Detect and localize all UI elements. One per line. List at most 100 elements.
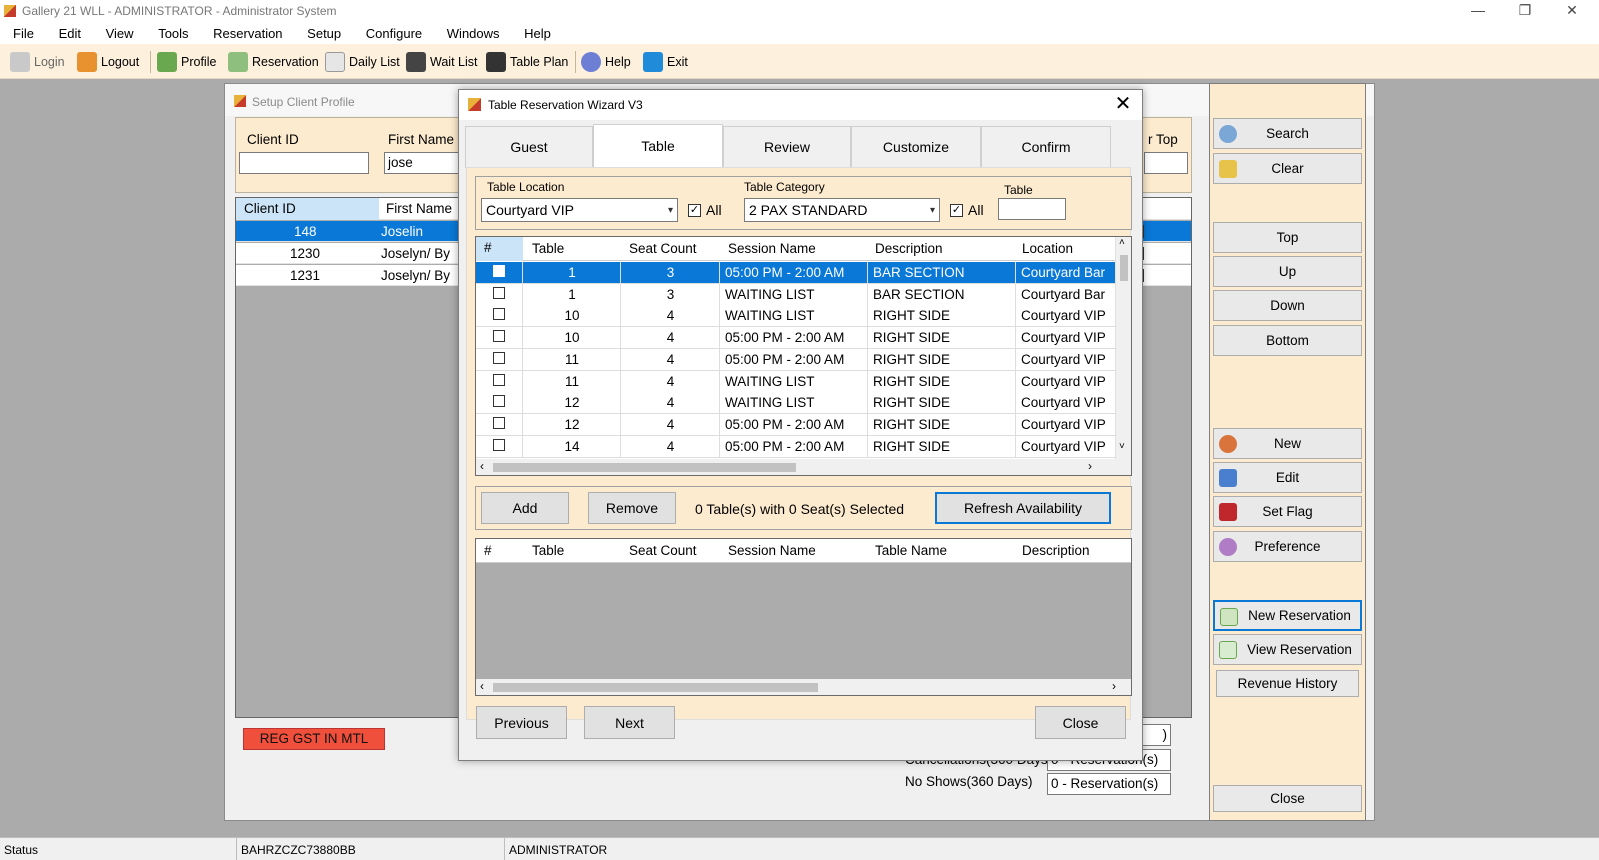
hscroll-thumb[interactable] bbox=[493, 463, 796, 472]
row-checkbox[interactable] bbox=[493, 373, 505, 386]
new-button[interactable]: New bbox=[1213, 428, 1362, 459]
row-checkbox[interactable] bbox=[493, 265, 505, 277]
down-button[interactable]: Down bbox=[1213, 290, 1362, 321]
preference-button[interactable]: Preference bbox=[1213, 531, 1362, 562]
header-session-name[interactable]: Session Name bbox=[728, 241, 816, 256]
search-button[interactable]: Search bbox=[1213, 118, 1362, 149]
table-row[interactable]: 1 3 05:00 PM - 2:00 AM BAR SECTION Courtyard… bbox=[476, 262, 1116, 284]
header-number[interactable]: # bbox=[476, 237, 523, 261]
availability-vscroll[interactable]: ˄ ˅ bbox=[1115, 237, 1131, 459]
header-location[interactable]: Location bbox=[1022, 241, 1073, 256]
help-button[interactable]: Help bbox=[581, 50, 631, 74]
table-row[interactable]: 12 4 05:00 PM - 2:00 AM RIGHT SIDE Courtyard… bbox=[476, 413, 1116, 436]
header-table[interactable]: Table bbox=[532, 241, 564, 256]
row-checkbox[interactable] bbox=[493, 330, 505, 343]
table-filter-input[interactable] bbox=[998, 198, 1066, 220]
exit-button[interactable]: Exit bbox=[643, 50, 688, 74]
menu-view[interactable]: View bbox=[93, 23, 142, 41]
header-first-name[interactable]: First Name bbox=[386, 201, 452, 216]
scroll-up-icon[interactable]: ˄ bbox=[1119, 237, 1125, 248]
table-row[interactable]: 12 4 WAITING LIST RIGHT SIDE Courtyard VIP bbox=[476, 392, 1116, 415]
table-plan-button[interactable]: Table Plan bbox=[486, 50, 568, 74]
tab-confirm[interactable]: Confirm bbox=[981, 126, 1111, 168]
sel-header-seat-count[interactable]: Seat Count bbox=[629, 543, 697, 558]
header-seat-count[interactable]: Seat Count bbox=[629, 241, 697, 256]
login-button[interactable]: Login bbox=[10, 50, 65, 74]
table-row[interactable]: 10 4 05:00 PM - 2:00 AM RIGHT SIDE Courtyard… bbox=[476, 327, 1116, 350]
wait-list-button[interactable]: Wait List bbox=[406, 50, 477, 74]
row-checkbox[interactable] bbox=[493, 416, 505, 429]
add-button[interactable]: Add bbox=[481, 492, 569, 524]
menu-reservation[interactable]: Reservation bbox=[200, 23, 290, 41]
row-checkbox[interactable] bbox=[493, 438, 505, 451]
scroll-down-icon[interactable]: ˅ bbox=[1119, 441, 1125, 452]
category-all-checkbox[interactable]: ✓ bbox=[950, 204, 963, 217]
tab-customize[interactable]: Customize bbox=[851, 126, 981, 168]
client-id-input[interactable] bbox=[239, 152, 369, 174]
hscroll-thumb[interactable] bbox=[493, 683, 818, 692]
restore-button[interactable]: ❐ bbox=[1502, 0, 1548, 22]
view-reservation-button[interactable]: View Reservation bbox=[1213, 634, 1362, 665]
sel-header-table-name[interactable]: Table Name bbox=[875, 543, 947, 558]
row-select-cell[interactable] bbox=[476, 262, 523, 284]
sel-header-description[interactable]: Description bbox=[1022, 543, 1090, 558]
minimize-button[interactable]: — bbox=[1455, 0, 1501, 22]
table-row[interactable]: 1 3 WAITING LIST BAR SECTION Courtyard Bar bbox=[476, 283, 1116, 306]
menu-setup[interactable]: Setup bbox=[294, 23, 349, 41]
row-select-cell[interactable] bbox=[476, 348, 523, 371]
header-description[interactable]: Description bbox=[875, 241, 943, 256]
scroll-right-icon[interactable]: › bbox=[1088, 459, 1092, 473]
first-name-input[interactable]: jose bbox=[384, 152, 464, 174]
row-checkbox[interactable] bbox=[493, 308, 505, 321]
menu-windows[interactable]: Windows bbox=[434, 23, 508, 41]
partial-input[interactable] bbox=[1144, 152, 1188, 174]
row-select-cell[interactable] bbox=[476, 392, 523, 415]
scroll-left-icon[interactable]: ‹ bbox=[480, 679, 484, 693]
remove-button[interactable]: Remove bbox=[588, 492, 676, 524]
wizard-close-button[interactable]: Close bbox=[1035, 706, 1126, 739]
profile-button[interactable]: Profile bbox=[157, 50, 216, 74]
bottom-button[interactable]: Bottom bbox=[1213, 325, 1362, 356]
set-flag-button[interactable]: Set Flag bbox=[1213, 496, 1362, 527]
previous-button[interactable]: Previous bbox=[476, 706, 567, 739]
scroll-thumb[interactable] bbox=[1120, 255, 1128, 281]
revenue-history-button[interactable]: Revenue History bbox=[1216, 670, 1359, 697]
tab-table[interactable]: Table bbox=[593, 124, 723, 168]
table-location-select[interactable]: Courtyard VIP ▾ bbox=[481, 198, 678, 222]
sel-header-session-name[interactable]: Session Name bbox=[728, 543, 816, 558]
clear-button[interactable]: Clear bbox=[1213, 153, 1362, 184]
menu-tools[interactable]: Tools bbox=[145, 23, 196, 41]
new-reservation-button[interactable]: New Reservation bbox=[1213, 600, 1362, 631]
availability-hscroll[interactable]: ‹ › bbox=[476, 459, 1131, 475]
scroll-left-icon[interactable]: ‹ bbox=[480, 459, 484, 473]
table-row[interactable]: 14 4 05:00 PM - 2:00 AM RIGHT SIDE Courtyard… bbox=[476, 435, 1116, 458]
logout-button[interactable]: Logout bbox=[77, 50, 139, 74]
close-window-button[interactable]: ✕ bbox=[1549, 0, 1595, 22]
tab-review[interactable]: Review bbox=[723, 126, 851, 168]
sel-header-number[interactable]: # bbox=[484, 543, 492, 558]
selected-hscroll[interactable]: ‹ › bbox=[476, 679, 1131, 695]
sel-header-table[interactable]: Table bbox=[532, 543, 564, 558]
row-select-cell[interactable] bbox=[476, 283, 523, 306]
menu-file[interactable]: File bbox=[0, 23, 42, 41]
row-checkbox[interactable] bbox=[493, 286, 505, 299]
row-select-cell[interactable] bbox=[476, 327, 523, 350]
wizard-close-icon[interactable]: ✕ bbox=[1110, 93, 1136, 117]
next-button[interactable]: Next bbox=[584, 706, 675, 739]
table-category-select[interactable]: 2 PAX STANDARD ▾ bbox=[744, 198, 940, 222]
row-checkbox[interactable] bbox=[493, 395, 505, 408]
row-checkbox[interactable] bbox=[493, 351, 505, 364]
row-select-cell[interactable] bbox=[476, 435, 523, 458]
table-row[interactable]: 11 4 WAITING LIST RIGHT SIDE Courtyard VIP bbox=[476, 370, 1116, 393]
refresh-availability-button[interactable]: Refresh Availability bbox=[935, 492, 1111, 524]
menu-help[interactable]: Help bbox=[511, 23, 559, 41]
top-button[interactable]: Top bbox=[1213, 222, 1362, 253]
table-row[interactable]: 10 4 WAITING LIST RIGHT SIDE Courtyard VIP bbox=[476, 305, 1116, 328]
profile-close-action-button[interactable]: Close bbox=[1213, 785, 1362, 812]
table-row[interactable]: 11 4 05:00 PM - 2:00 AM RIGHT SIDE Courtyard… bbox=[476, 348, 1116, 371]
menu-edit[interactable]: Edit bbox=[46, 23, 89, 41]
scroll-right-icon[interactable]: › bbox=[1112, 679, 1116, 693]
header-client-id[interactable]: Client ID bbox=[236, 198, 379, 220]
row-select-cell[interactable] bbox=[476, 305, 523, 328]
row-select-cell[interactable] bbox=[476, 370, 523, 393]
